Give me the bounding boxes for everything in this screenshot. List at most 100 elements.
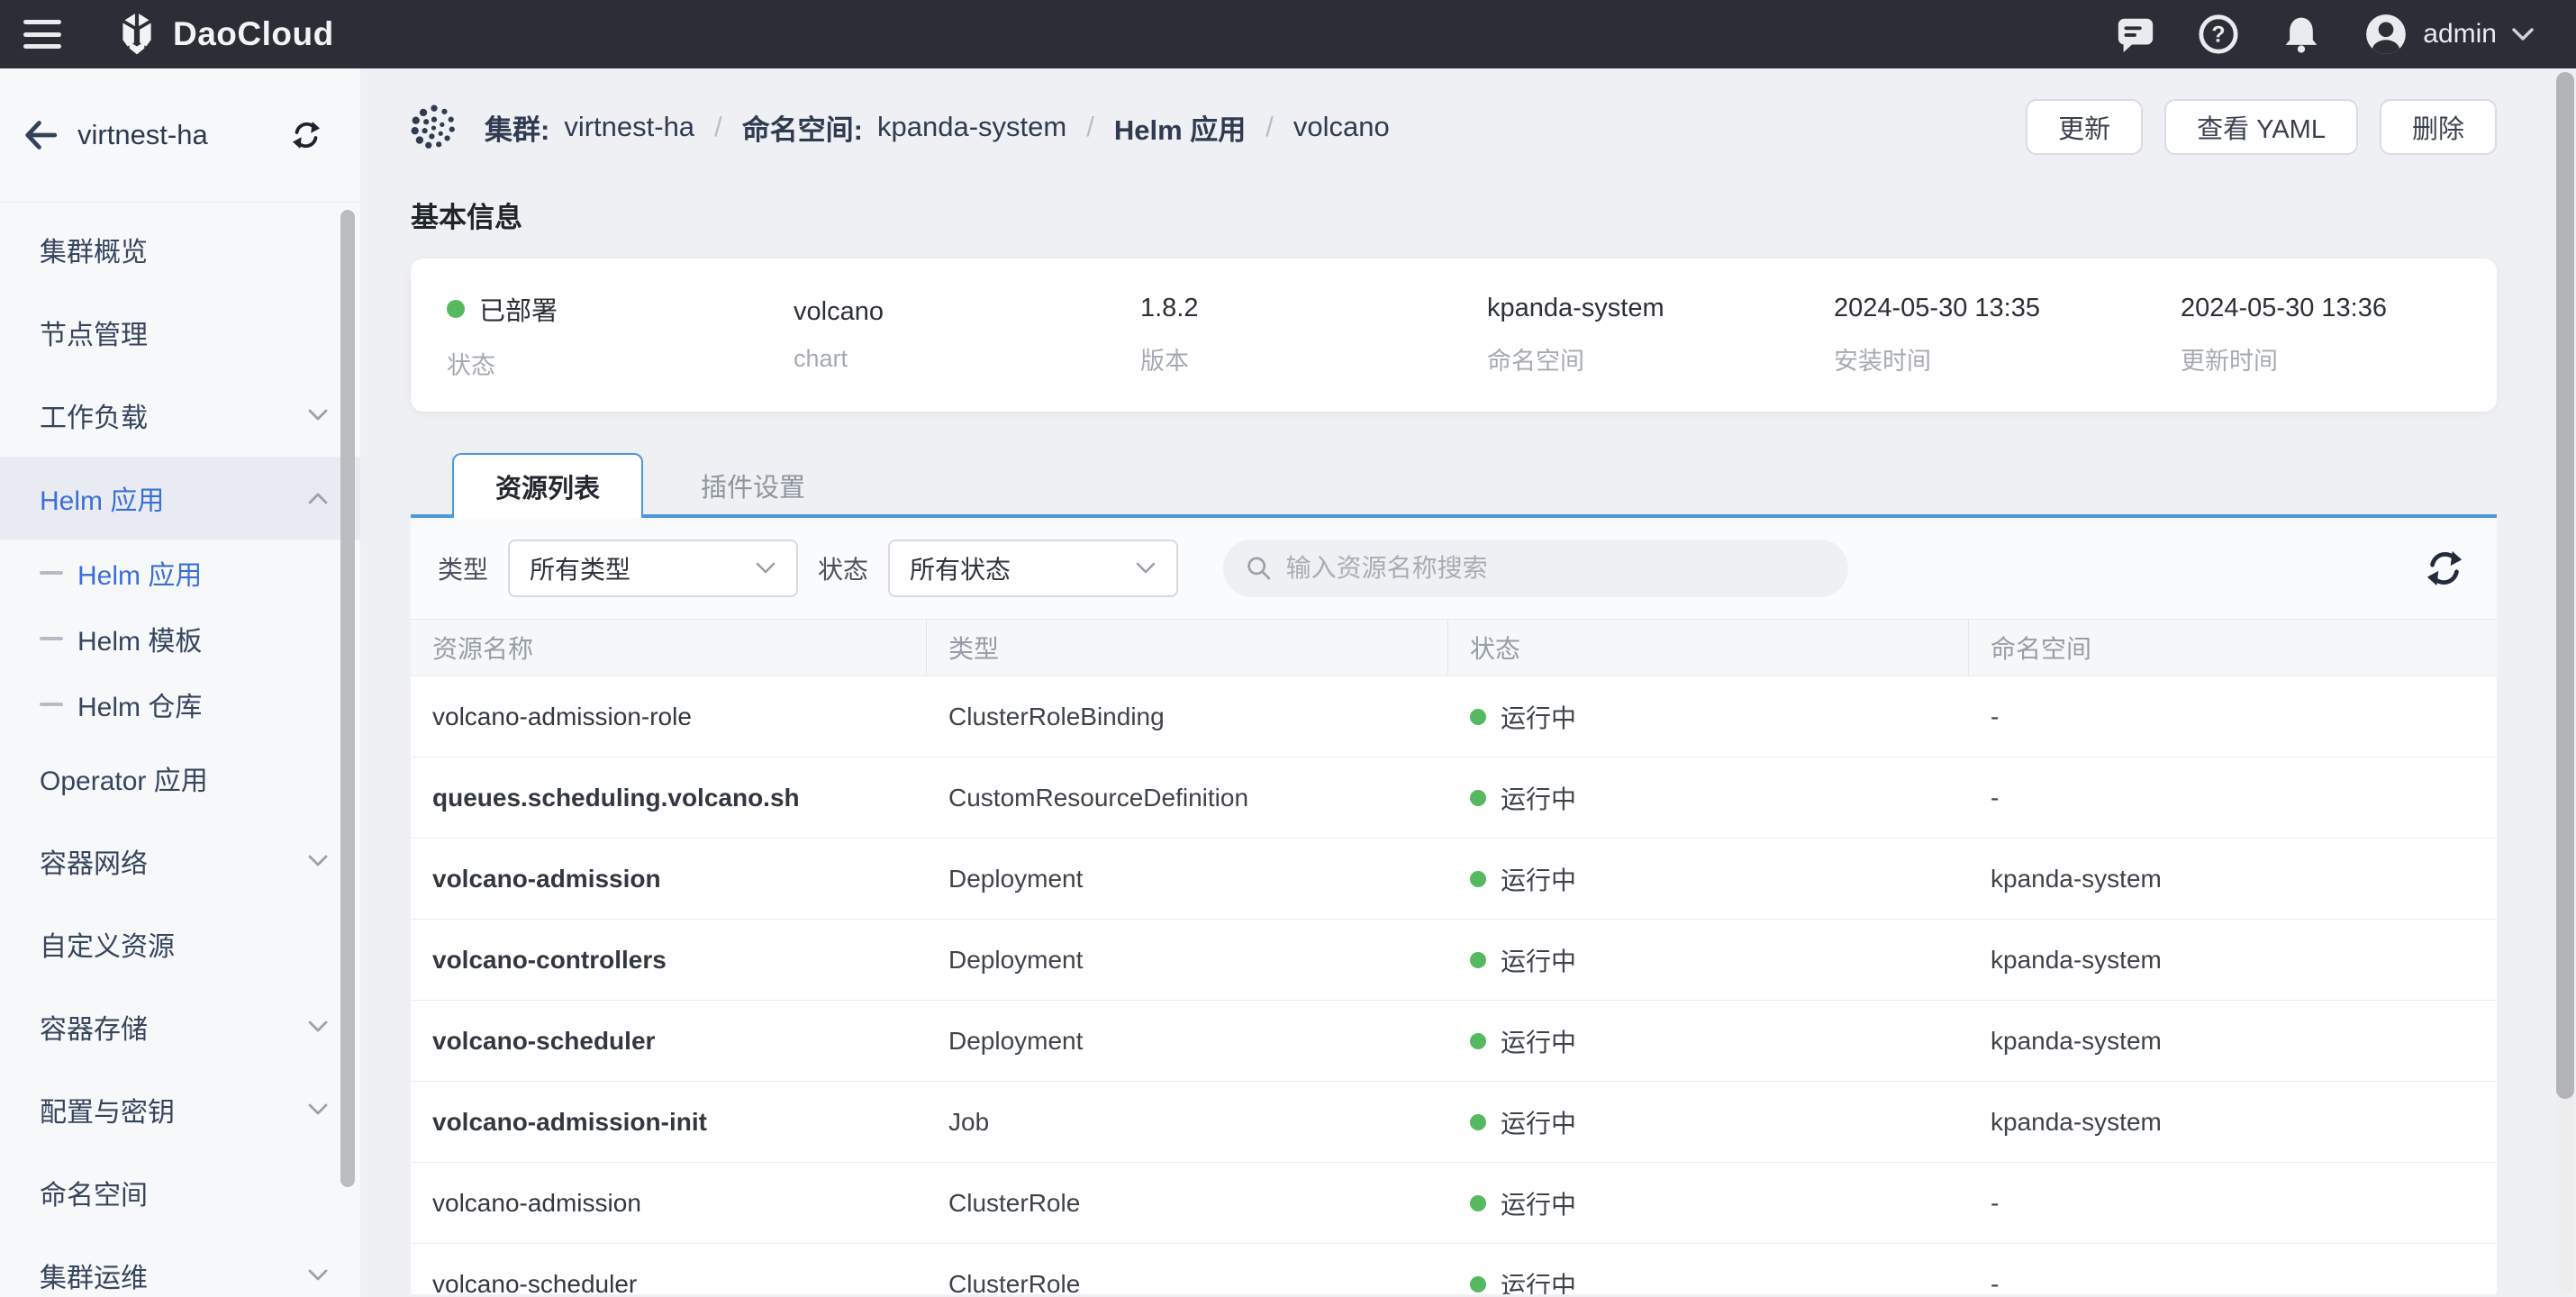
cell-status: 运行中: [1448, 1163, 1969, 1243]
table-row[interactable]: volcano-controllersDeployment运行中kpanda-s…: [411, 920, 2497, 1001]
type-filter-select[interactable]: 所有类型: [508, 540, 798, 597]
refresh-icon[interactable]: [2423, 547, 2466, 590]
cell-resource-name: volcano-controllers: [411, 920, 927, 1000]
table-row[interactable]: volcano-admission-initJob运行中kpanda-syste…: [411, 1082, 2497, 1163]
breadcrumb-separator: /: [1260, 111, 1279, 143]
sidebar-item-12[interactable]: 命名空间: [0, 1151, 360, 1234]
sidebar-item-10[interactable]: 容器存储: [0, 985, 360, 1068]
help-icon[interactable]: ?: [2198, 14, 2239, 55]
status-filter-select[interactable]: 所有状态: [888, 540, 1178, 597]
cell-namespace: kpanda-system: [1969, 1001, 2497, 1081]
breadcrumb-segment[interactable]: kpanda-system: [877, 111, 1066, 143]
sidebar-item-1[interactable]: 节点管理: [0, 291, 360, 374]
back-arrow-icon[interactable]: [23, 120, 58, 150]
sidebar-item-13[interactable]: 集群运维: [0, 1234, 360, 1297]
info-value: 2024-05-30 13:35: [1834, 294, 2040, 323]
sidebar-subitem-4[interactable]: Helm 应用: [0, 540, 360, 605]
table-row[interactable]: queues.scheduling.volcano.shCustomResour…: [411, 757, 2497, 839]
cluster-name: virtnest-ha: [77, 119, 208, 151]
sidebar-scrollbar[interactable]: [340, 210, 355, 1187]
chevron-down-icon: [306, 853, 330, 869]
update-button[interactable]: 更新: [2026, 99, 2143, 155]
status-text: 运行中: [1501, 1266, 1576, 1295]
view-yaml-button[interactable]: 查看 YAML: [2164, 99, 2358, 155]
brand-logo[interactable]: DaoCloud: [113, 11, 334, 58]
sidebar-item-3[interactable]: Helm 应用: [0, 457, 360, 540]
info-value: volcano: [794, 297, 884, 327]
type-filter-value: 所有类型: [530, 550, 630, 586]
message-icon[interactable]: [2115, 14, 2156, 55]
sidebar-item-7[interactable]: Operator 应用: [0, 737, 360, 820]
sidebar-item-2[interactable]: 工作负载: [0, 374, 360, 457]
breadcrumb-segment[interactable]: volcano: [1293, 111, 1390, 143]
menu-hamburger-icon[interactable]: [23, 20, 61, 49]
tab-resource-list[interactable]: 资源列表: [452, 453, 643, 518]
page-actions: 更新查看 YAML 删除: [2026, 99, 2497, 155]
column-header-1: 类型: [927, 620, 1448, 676]
cell-status: 运行中: [1448, 676, 1969, 757]
status-dot-green: [447, 300, 465, 318]
status-text: 运行中: [1501, 1023, 1576, 1059]
tab-plugin-settings[interactable]: 插件设置: [659, 453, 847, 518]
info-label: 状态: [447, 346, 794, 381]
breadcrumb-segment[interactable]: virtnest-ha: [564, 111, 694, 143]
table-row[interactable]: volcano-admission-roleClusterRoleBinding…: [411, 676, 2497, 757]
sidebar-subitem-6[interactable]: Helm 仓库: [0, 671, 360, 737]
page-scrollbar-thumb[interactable]: [2556, 72, 2574, 1099]
breadcrumb-segment[interactable]: 集群:: [485, 107, 549, 148]
table-row[interactable]: volcano-schedulerDeployment 运行中 kpanda-sys…: [411, 1001, 2497, 1082]
info-value: 2024-05-30 13:36: [2181, 294, 2387, 323]
cell-resource-name: volcano-scheduler: [411, 1001, 927, 1081]
search-icon: [1245, 553, 1274, 584]
breadcrumb-segment[interactable]: Helm 应用: [1114, 107, 1246, 148]
sidebar-item-9[interactable]: 自定义资源: [0, 902, 360, 985]
filter-bar: 类型 所有类型 状态 所有状态: [411, 518, 2497, 619]
info-field-0: 已部署状态: [447, 290, 794, 381]
delete-button[interactable]: 删除: [2380, 99, 2497, 155]
search-input[interactable]: [1286, 554, 1827, 583]
info-field-1: volcanochart: [794, 297, 1140, 373]
sidebar-item-8[interactable]: 容器网络: [0, 820, 360, 902]
cell-resource-type: ClusterRole: [927, 1163, 1448, 1243]
column-header-3: 命名空间: [1969, 620, 2497, 676]
breadcrumb: 集群:virtnest-ha/命名空间:kpanda-system/Helm 应…: [411, 104, 1390, 150]
cell-resource-type: Deployment: [927, 920, 1448, 1000]
resource-panel: 类型 所有类型 状态 所有状态: [411, 518, 2497, 1294]
main-area: 集群:virtnest-ha/命名空间:kpanda-system/Helm 应…: [360, 68, 2576, 1297]
sidebar-item-11[interactable]: 配置与密钥: [0, 1068, 360, 1151]
info-field-4: 2024-05-30 13:35 安装时间: [1834, 294, 2181, 376]
sidebar-subitem-5[interactable]: Helm 模板: [0, 605, 360, 671]
cell-namespace: -: [1969, 1244, 2497, 1294]
status-dot-green: [1470, 709, 1486, 725]
table-row[interactable]: volcano-admissionClusterRole运行中-: [411, 1163, 2497, 1244]
cell-namespace: kpanda-system: [1969, 1082, 2497, 1162]
status-dot-green: [1470, 871, 1486, 887]
basic-info-card: 已部署状态volcanochart1.8.2版本kpanda-system命名空…: [411, 258, 2497, 412]
status-dot-green: [1470, 1114, 1486, 1130]
cell-status: 运行中: [1448, 920, 1969, 1000]
cell-status: 运行中: [1448, 757, 1969, 838]
page-scrollbar-track[interactable]: [2556, 72, 2574, 1293]
cell-resource-type: Deployment: [927, 839, 1448, 919]
bell-icon[interactable]: [2281, 14, 2322, 55]
sidebar-item-0[interactable]: 集群概览: [0, 208, 360, 291]
breadcrumb-segment[interactable]: 命名空间:: [742, 107, 863, 148]
cell-resource-type: ClusterRole: [927, 1244, 1448, 1294]
brand-name: DaoCloud: [173, 15, 334, 53]
cell-resource-type: Deployment: [927, 1001, 1448, 1081]
cell-resource-type: ClusterRoleBinding: [927, 676, 1448, 757]
tabs: 资源列表 插件设置: [411, 453, 2497, 518]
user-menu[interactable]: admin: [2363, 12, 2535, 57]
cell-resource-name: volcano-admission-init: [411, 1082, 927, 1162]
cell-resource-name: volcano-admission-role: [411, 676, 927, 757]
info-label: 安装时间: [1834, 341, 2181, 376]
cluster-switch-icon[interactable]: [290, 119, 322, 151]
section-title-basic-info: 基本信息: [411, 195, 2497, 235]
table-row[interactable]: volcano-admissionDeployment运行中kpanda-sys…: [411, 839, 2497, 920]
username: admin: [2423, 19, 2497, 50]
chevron-down-icon: [306, 1019, 330, 1035]
status-text: 运行中: [1501, 861, 1576, 897]
cell-status: 运行中: [1448, 839, 1969, 919]
table-row[interactable]: volcano-schedulerClusterRole运行中-: [411, 1244, 2497, 1294]
cell-status: 运行中: [1448, 1082, 1969, 1162]
